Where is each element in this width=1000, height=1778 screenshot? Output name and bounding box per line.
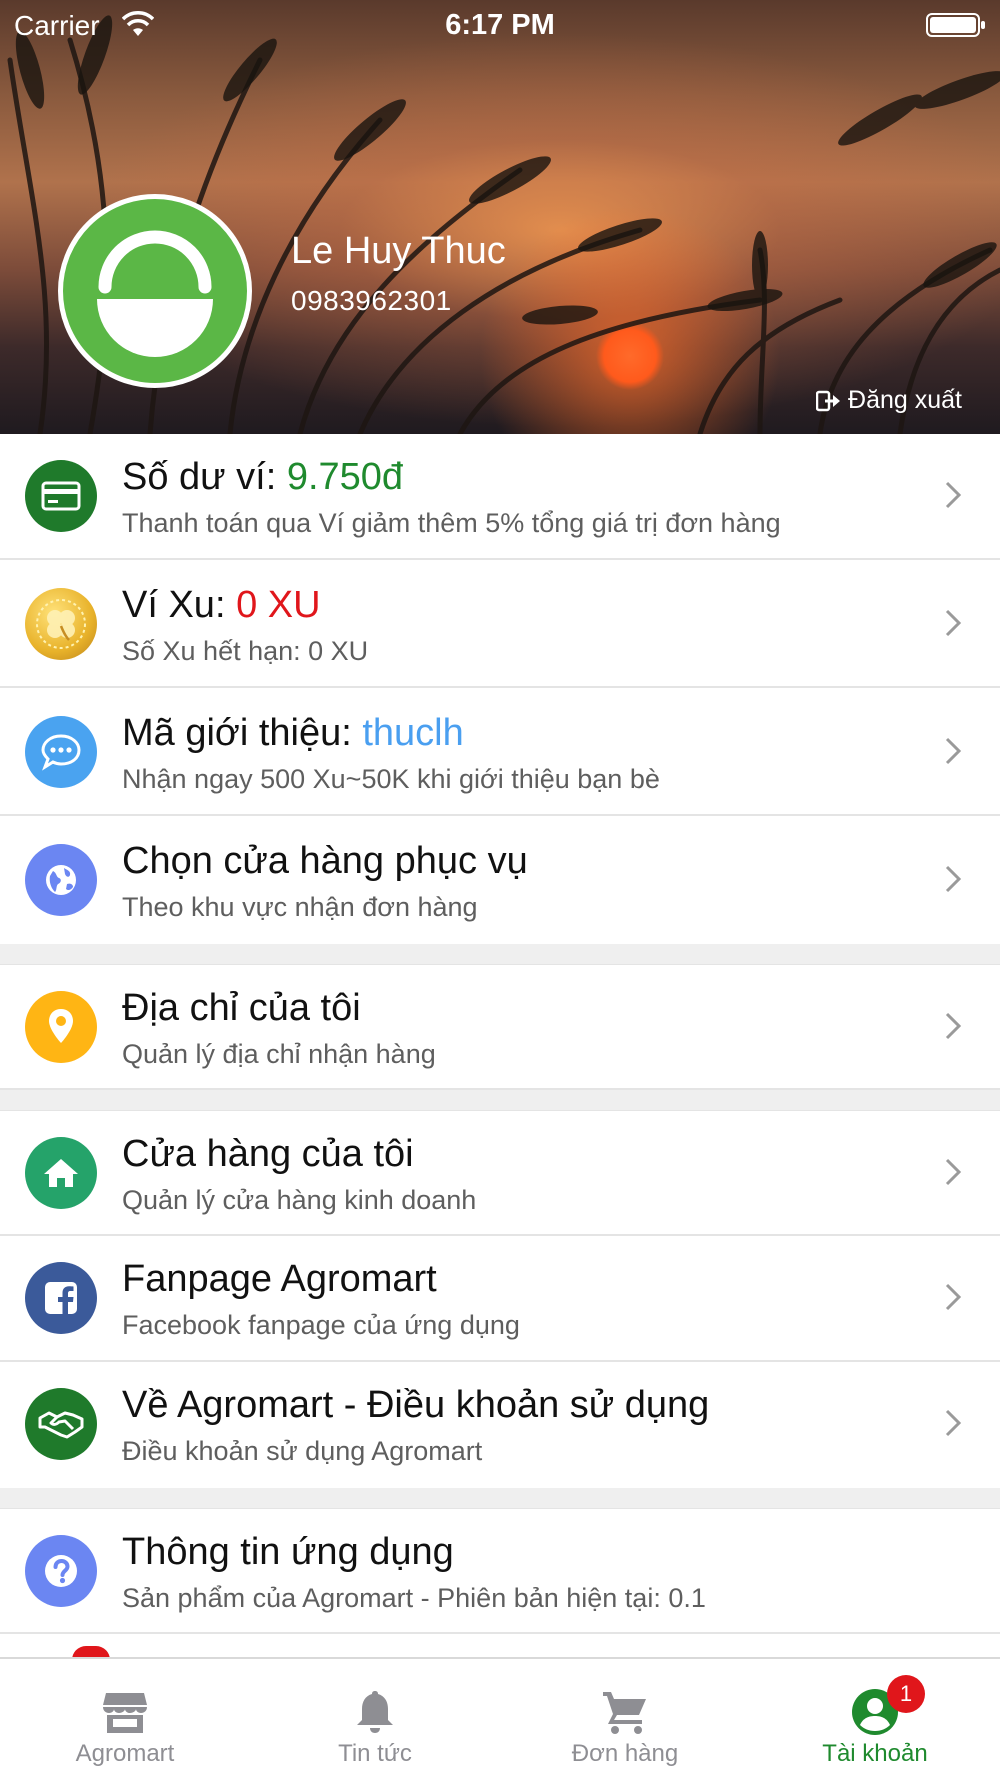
menu-item-subtitle: Điều khoản sử dụng Agromart <box>122 1436 483 1466</box>
menu-item-choose-store[interactable]: Chọn cửa hàng phục vụ Theo khu vực nhận … <box>0 818 1000 944</box>
chat-bubble-icon <box>25 716 97 788</box>
menu-item-title: Thông tin ứng dụng <box>122 1531 454 1573</box>
menu-item-title: Số dư ví: <box>122 456 287 498</box>
menu-item-title: Ví Xu: <box>122 584 237 626</box>
store-icon <box>103 1693 147 1733</box>
bell-icon <box>357 1691 393 1733</box>
menu-item-title: Fanpage Agromart <box>122 1258 437 1300</box>
tab-label: Agromart <box>75 1740 175 1767</box>
chevron-right-icon <box>945 1409 962 1437</box>
user-phone: 0983962301 <box>291 285 452 316</box>
chevron-right-icon <box>945 865 962 893</box>
chevron-right-icon <box>945 481 962 509</box>
menu-item-title: Mã giới thiệu: <box>122 712 363 754</box>
menu-item-coin-wallet[interactable]: Ví Xu: 0 XU Số Xu hết hạn: 0 XU <box>0 562 1000 688</box>
tab-agromart[interactable]: Agromart <box>0 1659 250 1778</box>
menu-item-subtitle: Nhận ngay 500 Xu~50K khi giới thiệu bạn … <box>122 764 660 794</box>
coin-icon <box>25 588 97 660</box>
menu-item-subtitle: Quản lý địa chỉ nhận hàng <box>122 1039 436 1069</box>
handshake-icon <box>25 1388 97 1460</box>
profile-header: Carrier 6:17 PM Le Huy Thuc 0983962301 Đ… <box>0 0 1000 434</box>
tab-label: Tin tức <box>338 1740 412 1767</box>
basket-logo-icon <box>97 230 213 357</box>
menu-item-title: Cửa hàng của tôi <box>122 1133 414 1175</box>
tab-label: Tài khoản <box>822 1740 928 1767</box>
home-icon <box>25 1137 97 1209</box>
clock-label: 6:17 PM <box>445 9 555 41</box>
logout-label: Đăng xuất <box>848 386 962 414</box>
facebook-icon <box>25 1262 97 1334</box>
menu-item-fanpage[interactable]: Fanpage Agromart Facebook fanpage của ứn… <box>0 1236 1000 1362</box>
chevron-right-icon <box>945 1012 962 1040</box>
chevron-right-icon <box>945 1158 962 1186</box>
menu-item-my-store[interactable]: Cửa hàng của tôi Quản lý cửa hàng kinh d… <box>0 1110 1000 1236</box>
coin-balance-value: 0 XU <box>236 584 321 626</box>
menu-item-subtitle: Facebook fanpage của ứng dụng <box>122 1310 520 1340</box>
menu-item-title: Địa chỉ của tôi <box>122 987 361 1029</box>
menu-item-subtitle: Thanh toán qua Ví giảm thêm 5% tổng giá … <box>122 508 781 538</box>
menu-item-about-terms[interactable]: Về Agromart - Điều khoản sử dụng Điều kh… <box>0 1362 1000 1488</box>
section-divider <box>0 944 1000 964</box>
tab-account[interactable]: 1 Tài khoản <box>750 1659 1000 1778</box>
menu-item-referral[interactable]: Mã giới thiệu: thuclh Nhận ngay 500 Xu~5… <box>0 690 1000 816</box>
menu-item-my-address[interactable]: Địa chỉ của tôi Quản lý địa chỉ nhận hàn… <box>0 964 1000 1090</box>
location-pin-icon <box>25 991 97 1063</box>
section-divider <box>0 1488 1000 1508</box>
cart-icon <box>603 1692 646 1734</box>
logout-icon <box>816 390 841 411</box>
logout-button[interactable]: Đăng xuất <box>816 386 962 415</box>
menu-item-subtitle: Số Xu hết hạn: 0 XU <box>122 636 369 666</box>
help-icon <box>25 1535 97 1607</box>
menu-item-wallet[interactable]: Số dư ví: 9.750đ Thanh toán qua Ví giảm … <box>0 434 1000 560</box>
battery-icon <box>926 13 985 37</box>
avatar[interactable] <box>58 194 252 388</box>
referral-code-value: thuclh <box>362 712 464 754</box>
tab-orders[interactable]: Đơn hàng <box>500 1659 750 1778</box>
menu-item-title: Về Agromart - Điều khoản sử dụng <box>122 1384 710 1426</box>
tab-bar: Agromart Tin tức Đơn hàng 1 Tài khoản <box>0 1657 1000 1778</box>
tab-news[interactable]: Tin tức <box>250 1659 500 1778</box>
menu-item-title: Chọn cửa hàng phục vụ <box>122 840 528 882</box>
menu-item-subtitle: Sản phẩm của Agromart - Phiên bản hiện t… <box>122 1583 706 1613</box>
section-divider <box>0 1090 1000 1110</box>
chevron-right-icon <box>945 737 962 765</box>
user-name: Le Huy Thuc <box>291 230 506 272</box>
menu-item-subtitle: Quản lý cửa hàng kinh doanh <box>122 1185 477 1215</box>
menu-item-subtitle: Theo khu vực nhận đơn hàng <box>122 892 478 922</box>
menu-item-app-info[interactable]: Thông tin ứng dụng Sản phẩm của Agromart… <box>0 1508 1000 1634</box>
wallet-card-icon <box>25 460 97 532</box>
wallet-balance-value: 9.750đ <box>286 456 404 498</box>
tab-badge: 1 <box>887 1675 925 1713</box>
status-bar: Carrier 6:17 PM <box>0 0 1000 50</box>
chevron-right-icon <box>945 1283 962 1311</box>
chevron-right-icon <box>945 609 962 637</box>
tab-label: Đơn hàng <box>571 1740 679 1767</box>
globe-icon <box>25 844 97 916</box>
